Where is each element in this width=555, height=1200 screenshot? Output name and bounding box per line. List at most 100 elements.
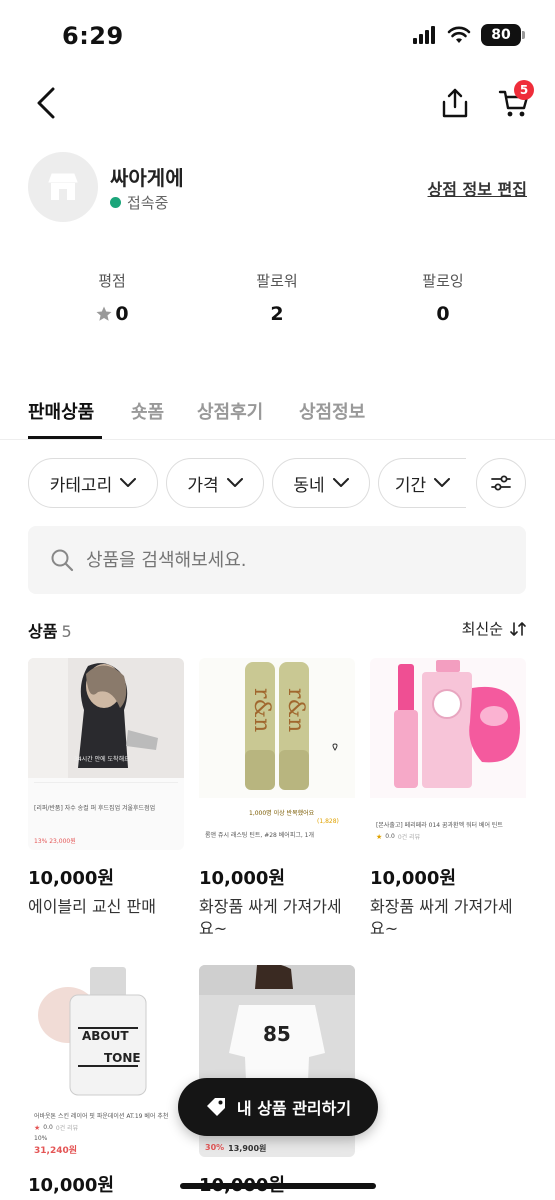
svg-text:r&n: r&n [283, 688, 308, 732]
stat-label: 팔로워 [256, 272, 298, 290]
thumb-product-name: 어바웃톤 스킨 레이어 핏 파운데이션 AT.19 베어 추천 [34, 1113, 169, 1120]
shop-profile: 싸아게에 접속중 상점 정보 편집 [0, 150, 555, 230]
thumb-rating: ★ 0.0 0건 리뷰 [376, 832, 420, 842]
online-status-label: 접속중 [127, 194, 169, 212]
filter-category[interactable]: 카테고리 [28, 458, 158, 508]
battery-icon: 80 [481, 24, 525, 46]
product-card[interactable]: [본사출고] 페리페라 014 꿈과환멕 워터 베어 틴트 ★ 0.0 0건 리… [370, 658, 526, 940]
filter-label: 카테고리 [49, 475, 113, 496]
product-price: 10,000원 [370, 868, 457, 889]
thumb-review-count: (1,828) [317, 818, 339, 825]
product-card[interactable]: 34시간 안에 도착해요 [리퍼/반품] 자수 송컬 퍼 후드집업 겨울후드점업… [28, 658, 184, 918]
filter-label: 가격 [187, 475, 219, 496]
wifi-icon [447, 26, 471, 43]
chevron-down-icon [226, 478, 243, 487]
filter-price[interactable]: 가격 [166, 458, 264, 508]
sort-dropdown[interactable]: 최신순 [462, 618, 527, 639]
status-bar: 6:29 80 [0, 0, 555, 72]
product-thumbnail[interactable]: 34시간 안에 도착해요 [리퍼/반품] 자수 송컬 퍼 후드집업 겨울후드점업… [28, 658, 184, 850]
thumb-sale-price: 31,240원 [34, 1146, 78, 1156]
top-nav [0, 78, 555, 128]
stat-value: 2 [270, 303, 284, 325]
shop-tabs: 판매상품 숏폼 상점후기 상점정보 [0, 388, 555, 440]
filter-settings-button[interactable] [476, 458, 526, 508]
avatar[interactable] [28, 152, 98, 222]
product-price: 10,000원 [28, 1175, 115, 1196]
search-input[interactable] [86, 549, 486, 571]
filter-label: 기간 [394, 475, 427, 496]
tab-shortform[interactable]: 숏폼 [131, 398, 164, 424]
thumb-brand-top: ABOUT [82, 1029, 129, 1043]
active-tab-indicator [28, 436, 102, 439]
product-photo [370, 658, 526, 798]
signal-icon [413, 26, 435, 44]
manage-products-label: 내 상품 관리하기 [236, 1099, 352, 1118]
product-card[interactable]: r&n r&n 1,000명 이상 반복했어요 롬앤 쥬시 래스팅 틴트, #2… [199, 658, 355, 940]
share-icon [442, 88, 468, 118]
thumb-product-name: [본사출고] 페리페라 014 꿈과환멕 워터 베어 틴트 [376, 822, 503, 829]
back-button[interactable] [28, 84, 64, 122]
filter-neighborhood[interactable]: 동네 [272, 458, 370, 508]
tab-products[interactable]: 판매상품 [28, 398, 94, 424]
thumb-rating-value: 0.0 [385, 833, 395, 840]
stat-label: 평점 [98, 272, 126, 290]
thumb-sale-price: 13,900원 [228, 1144, 267, 1153]
chevron-left-icon [37, 87, 55, 119]
stat-value: 0 [57, 303, 167, 325]
product-thumbnail[interactable]: r&n r&n 1,000명 이상 반복했어요 롬앤 쥬시 래스팅 틴트, #2… [199, 658, 355, 850]
filter-bar: 카테고리 가격 동네 기간 [0, 458, 555, 510]
product-title: 화장품 싸게 가져가세요~ [199, 897, 342, 938]
status-icons: 80 [413, 24, 525, 46]
tag-icon [206, 1098, 225, 1116]
online-status: 접속중 [110, 192, 168, 213]
stat-rating[interactable]: 평점 0 [57, 270, 167, 325]
edit-shop-info-link[interactable]: 상점 정보 편집 [428, 176, 527, 200]
status-time: 6:29 [62, 22, 124, 50]
product-thumbnail[interactable]: [본사출고] 페리페라 014 꿈과환멕 워터 베어 틴트 ★ 0.0 0건 리… [370, 658, 526, 850]
product-photo: r&n r&n [199, 658, 355, 798]
stat-following[interactable]: 팔로잉 0 [388, 270, 498, 325]
thumb-detail-area: [리퍼/반품] 자수 송컬 퍼 후드집업 겨울후드점업 13% 23,000원 [28, 778, 184, 850]
svg-text:r&n: r&n [249, 688, 274, 732]
search-bar[interactable] [28, 526, 526, 594]
store-icon [48, 173, 78, 200]
thumb-price-row: 30% 13,900원 [205, 1143, 266, 1154]
thumb-overlay-text: 34시간 안에 도착해요 [74, 756, 130, 763]
thumb-rating: ★ 0.0 0건 리뷰 [34, 1123, 79, 1133]
cart-count-badge: 5 [514, 80, 534, 100]
chevron-down-icon [120, 478, 137, 487]
share-button[interactable] [436, 84, 474, 122]
thumb-review-count: 0건 리뷰 [55, 1125, 79, 1132]
product-card[interactable]: ABOUT TONE 어바웃톤 스킨 레이어 핏 파운데이션 AT.19 베어 … [28, 965, 184, 1197]
sort-label: 최신순 [461, 620, 503, 638]
product-price: 10,000원 [199, 868, 286, 889]
online-dot [110, 197, 121, 208]
thumb-rating-value: 0.0 [43, 1124, 53, 1131]
tab-shop-info[interactable]: 상점정보 [299, 398, 365, 424]
product-price: 10,000원 [28, 868, 115, 889]
product-thumbnail[interactable]: ABOUT TONE 어바웃톤 스킨 레이어 핏 파운데이션 AT.19 베어 … [28, 965, 184, 1157]
thumb-brand-bottom: TONE [104, 1051, 141, 1065]
thumb-product-name: [리퍼/반품] 자수 송컬 퍼 후드집업 겨울후드점업 [34, 805, 156, 812]
filter-label: 동네 [293, 475, 325, 496]
stat-value: 0 [436, 303, 450, 325]
home-indicator [180, 1183, 376, 1189]
thumb-discount-price: 13% 23,000원 [34, 838, 76, 845]
tab-reviews[interactable]: 상점후기 [197, 398, 263, 424]
search-icon [51, 549, 74, 572]
star-icon [96, 306, 112, 321]
svg-text:85: 85 [263, 1022, 291, 1046]
thumb-discount: 30% [205, 1143, 225, 1152]
shop-name: 싸아게에 [110, 166, 184, 190]
chevron-down-icon [434, 478, 451, 487]
sort-arrows-icon [510, 621, 526, 636]
stat-followers[interactable]: 팔로워 2 [222, 270, 332, 325]
products-label-text: 상품 [28, 622, 58, 641]
product-title: 에이블리 교신 판매 [28, 897, 156, 916]
shop-stats: 평점 0 팔로워 2 팔로잉 0 [0, 270, 555, 330]
filter-period[interactable]: 기간 [378, 458, 466, 508]
product-title: 화장품 싸게 가져가세요~ [370, 897, 513, 938]
thumb-product-name: 롬앤 쥬시 래스팅 틴트, #28 베어피그, 1개 [205, 832, 315, 839]
manage-products-button[interactable]: 내 상품 관리하기 [178, 1078, 378, 1136]
products-label: 상품 5 [28, 618, 72, 642]
